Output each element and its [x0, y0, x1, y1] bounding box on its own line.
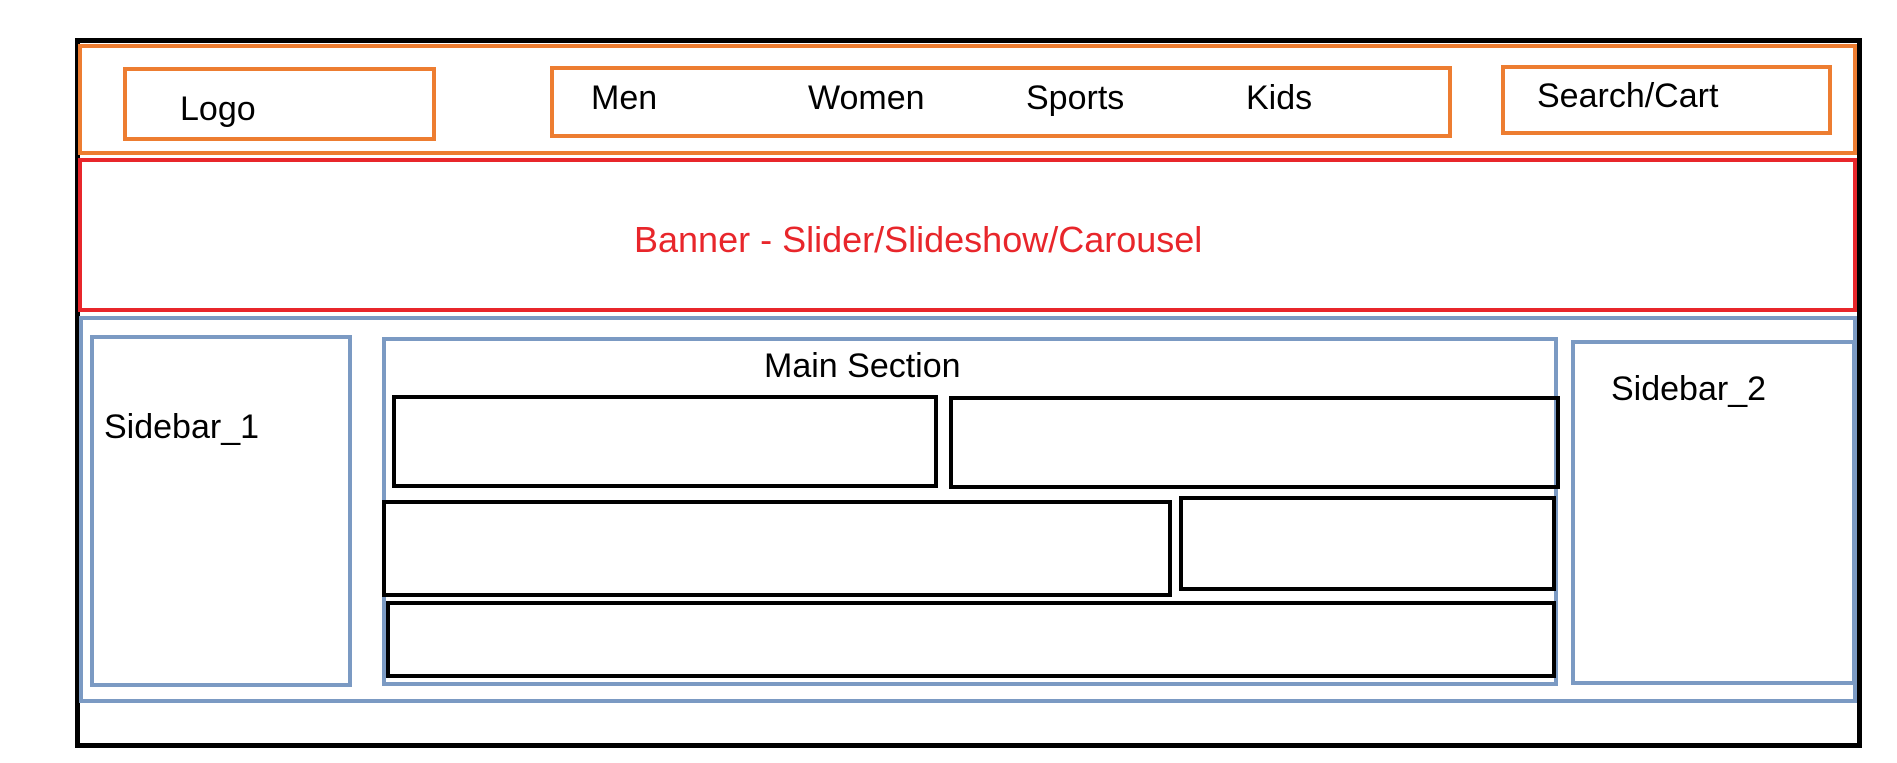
- sidebar-1-label: Sidebar_1: [104, 408, 260, 446]
- main-content-block: [382, 500, 1172, 597]
- main-content-block: [392, 395, 938, 488]
- nav-menu-box: [550, 66, 1452, 138]
- main-content-block: [949, 396, 1560, 489]
- sidebar-1-box: [90, 335, 352, 687]
- logo-box: [123, 67, 436, 141]
- nav-item-women: Women: [808, 79, 925, 117]
- search-cart-label: Search/Cart: [1537, 77, 1719, 115]
- main-section-label: Main Section: [764, 347, 961, 385]
- main-content-block: [386, 601, 1556, 678]
- nav-item-men: Men: [591, 79, 658, 117]
- nav-item-kids: Kids: [1246, 79, 1313, 117]
- sidebar-2-label: Sidebar_2: [1611, 370, 1767, 408]
- banner-label: Banner - Slider/Slideshow/Carousel: [634, 219, 1203, 260]
- main-content-block: [1179, 496, 1556, 591]
- nav-item-sports: Sports: [1026, 79, 1125, 117]
- logo-label: Logo: [180, 90, 256, 128]
